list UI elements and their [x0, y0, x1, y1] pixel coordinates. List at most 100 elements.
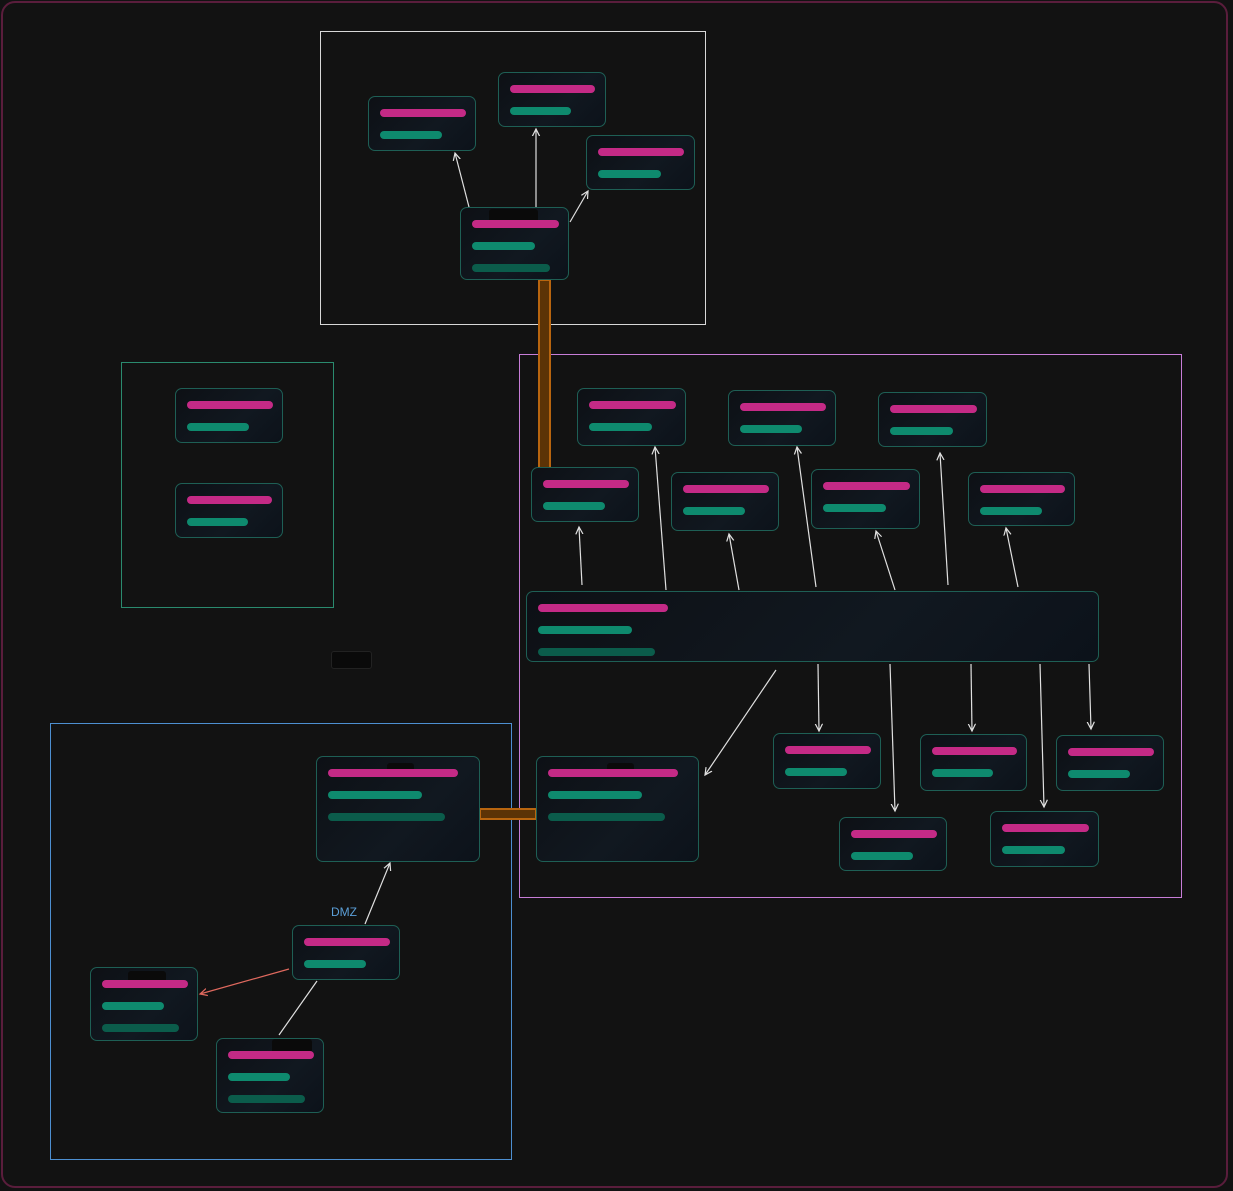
edge: [1089, 663, 1091, 729]
node-title-bar: [472, 220, 559, 228]
node-subtitle-bar: [538, 626, 632, 634]
node[interactable]: [811, 469, 920, 529]
node[interactable]: [728, 390, 836, 446]
node-title-bar: [683, 485, 769, 493]
node-title-bar: [538, 604, 668, 612]
edge: [705, 669, 777, 775]
node-title-bar: [543, 480, 629, 488]
node-subtitle-bar: [683, 507, 745, 515]
node-gateway-right[interactable]: [536, 756, 699, 862]
node-title-bar: [740, 403, 826, 411]
floating-handle[interactable]: [331, 651, 372, 669]
node-title-bar: [228, 1051, 314, 1059]
node-detail-bar: [102, 1024, 179, 1032]
edge: [655, 447, 667, 591]
node-central-hub[interactable]: [526, 591, 1099, 662]
node-gateway-left[interactable]: [316, 756, 480, 862]
node-subtitle-bar: [1068, 770, 1130, 778]
node-subtitle-bar: [187, 423, 249, 431]
node-title-bar: [1068, 748, 1154, 756]
node[interactable]: [175, 388, 283, 443]
node-subtitle-bar: [510, 107, 571, 115]
node-subtitle-bar: [304, 960, 366, 968]
node-subtitle-bar: [187, 518, 248, 526]
edge: [1039, 663, 1044, 807]
node-subtitle-bar: [472, 242, 535, 250]
node-title-bar: [785, 746, 871, 754]
node[interactable]: [773, 733, 881, 789]
node-title-bar: [980, 485, 1065, 493]
node[interactable]: [990, 811, 1099, 867]
node-title-bar: [187, 496, 272, 504]
edge: [278, 980, 318, 1036]
node[interactable]: [175, 483, 283, 538]
node-subtitle-bar: [932, 769, 993, 777]
node-detail-bar: [538, 648, 655, 656]
edge: [729, 534, 740, 591]
node-title-bar: [102, 980, 188, 988]
edge: [579, 527, 582, 586]
node-subtitle-bar: [823, 504, 886, 512]
node-title-bar: [548, 769, 678, 777]
edge-red: [200, 968, 290, 994]
node-title-bar: [589, 401, 676, 409]
node-title-bar: [304, 938, 390, 946]
edge: [569, 191, 588, 223]
node[interactable]: [90, 967, 198, 1041]
edge: [971, 663, 972, 731]
edge: [1006, 528, 1019, 588]
node-title-bar: [380, 109, 466, 117]
node-title-bar: [932, 747, 1017, 755]
edge: [818, 663, 819, 731]
node[interactable]: [671, 472, 779, 531]
node-subtitle-bar: [740, 425, 802, 433]
node-detail-bar: [328, 813, 445, 821]
node-title-bar: [510, 85, 595, 93]
node[interactable]: [1056, 735, 1164, 791]
node[interactable]: [577, 388, 686, 446]
node-detail-bar: [472, 264, 550, 272]
node-subtitle-bar: [1002, 846, 1065, 854]
edge-dmz: [364, 863, 390, 925]
node-subtitle-bar: [380, 131, 442, 139]
node-subtitle-bar: [980, 507, 1042, 515]
connector-top-to-right: [538, 279, 551, 469]
node-subtitle-bar: [102, 1002, 164, 1010]
edge: [455, 153, 470, 208]
node-detail-bar: [228, 1095, 305, 1103]
node-subtitle-bar: [785, 768, 847, 776]
node-title-bar: [1002, 824, 1089, 832]
node[interactable]: [586, 135, 695, 190]
node-title-bar: [328, 769, 458, 777]
node-subtitle-bar: [598, 170, 661, 178]
node-top-hub[interactable]: [460, 207, 569, 280]
node[interactable]: [878, 392, 987, 447]
connector-bottom-left-to-right: [479, 808, 537, 820]
node-title-bar: [890, 405, 977, 413]
node[interactable]: [920, 734, 1027, 791]
edge-label-dmz: DMZ: [331, 905, 357, 919]
node-subtitle-bar: [543, 502, 605, 510]
node-title-bar: [851, 830, 937, 838]
node[interactable]: [498, 72, 606, 127]
node-title-bar: [598, 148, 684, 156]
node-detail-bar: [548, 813, 665, 821]
node-dmz[interactable]: [292, 925, 400, 980]
node[interactable]: [968, 472, 1075, 526]
node-connector-target[interactable]: [531, 467, 639, 522]
node-subtitle-bar: [328, 791, 422, 799]
node-subtitle-bar: [548, 791, 642, 799]
node-subtitle-bar: [851, 852, 913, 860]
node-subtitle-bar: [890, 427, 953, 435]
node[interactable]: [368, 96, 476, 151]
edge: [876, 531, 896, 591]
node-title-bar: [187, 401, 273, 409]
node-subtitle-bar: [589, 423, 652, 431]
node-subtitle-bar: [228, 1073, 290, 1081]
node-title-bar: [823, 482, 910, 490]
edge: [940, 453, 949, 586]
node[interactable]: [839, 817, 947, 871]
node[interactable]: [216, 1038, 324, 1113]
edge: [889, 663, 895, 811]
node-tab: [272, 1039, 312, 1051]
